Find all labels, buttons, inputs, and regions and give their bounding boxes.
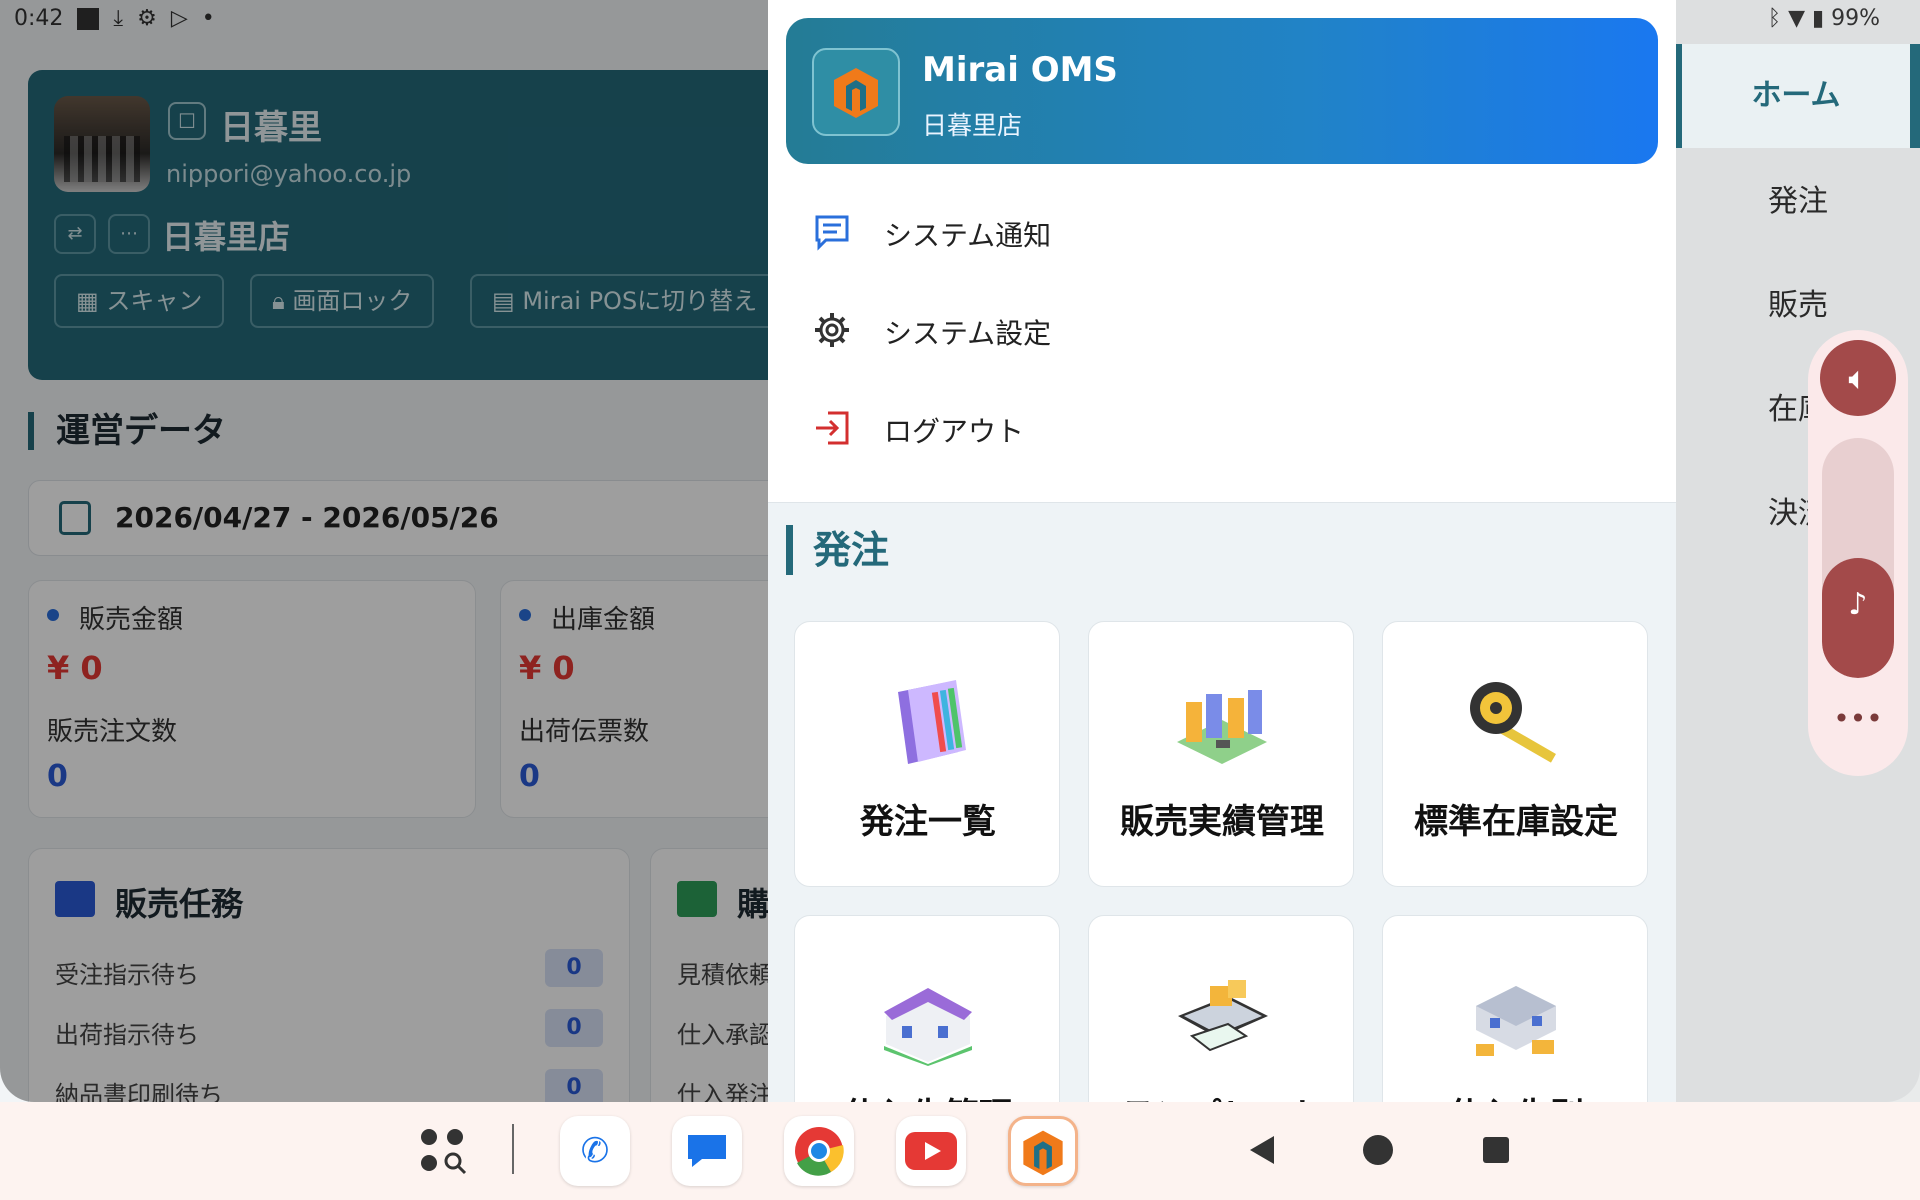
menu-item-label: システム通知: [884, 219, 1052, 252]
battery-icon: ▮: [1811, 6, 1825, 31]
tile-standard-stock[interactable]: 標準在庫設定: [1382, 621, 1648, 887]
recents-button[interactable]: [1478, 1132, 1514, 1168]
nav-item-home[interactable]: ホーム: [1676, 44, 1920, 148]
store-icon: [884, 988, 972, 1066]
tile-supplier-management[interactable]: 仕入先管理: [794, 915, 1060, 1102]
volume-panel: 🔈︎ ♪ •••: [1808, 330, 1908, 776]
navigation-drawer: Mirai OMS 日暮里店 システム通知 システム設定 ログアウト 発注 発注…: [768, 0, 1676, 1102]
more-options-icon[interactable]: •••: [1808, 702, 1908, 735]
music-note-icon: ♪: [1848, 587, 1868, 622]
tile-label: 仕入先管理: [795, 1088, 1059, 1102]
tile-label: 販売実績管理: [1120, 802, 1324, 842]
wifi-icon: ▼: [1788, 6, 1805, 31]
nav-item-order[interactable]: 発注: [1676, 150, 1920, 254]
app-name: Mirai OMS: [922, 50, 1118, 90]
mirai-oms-icon[interactable]: [1008, 1116, 1078, 1186]
store-name: 日暮里店: [922, 111, 1023, 140]
tablet-boxes-icon: [1178, 980, 1268, 1052]
gear-icon: [815, 313, 849, 347]
drawer-header: Mirai OMS 日暮里店: [786, 18, 1658, 164]
mirai-oms-logo-icon: [812, 48, 900, 136]
volume-icon[interactable]: 🔈︎: [1820, 340, 1896, 416]
volume-slider[interactable]: ♪: [1822, 438, 1894, 678]
tile-template[interactable]: テンプレート: [1088, 915, 1354, 1102]
phone-icon[interactable]: ✆: [560, 1116, 630, 1186]
battery-level: 99%: [1831, 6, 1880, 31]
app-drawer-icon[interactable]: [408, 1116, 478, 1186]
tile-label: 仕入先別: [1383, 1088, 1647, 1102]
menu-item-system-settings[interactable]: システム設定: [768, 290, 1676, 370]
tile-label: 発注一覧: [860, 802, 996, 842]
tile-order-list[interactable]: 発注一覧: [794, 621, 1060, 887]
order-section-title: 発注: [786, 525, 889, 575]
tape-measure-icon: [1470, 682, 1556, 763]
logout-icon: [816, 411, 849, 445]
back-button[interactable]: [1244, 1132, 1280, 1168]
taskbar-divider: [512, 1124, 514, 1174]
menu-item-logout[interactable]: ログアウト: [768, 388, 1676, 468]
tile-label: テンプレート: [1089, 1088, 1353, 1102]
youtube-icon[interactable]: [896, 1116, 966, 1186]
menu-item-label: システム設定: [884, 317, 1052, 350]
drawer-section-body: 発注 発注一覧 販売実績管理 標準在庫設定: [768, 502, 1676, 1102]
tile-label: 標準在庫設定: [1414, 802, 1618, 842]
taskbar: ✆: [0, 1102, 1920, 1200]
message-icon: [815, 215, 849, 251]
bluetooth-icon: ᛒ: [1767, 6, 1782, 31]
warehouse-shelves-icon: [1177, 690, 1267, 764]
status-right: ᛒ ▼ ▮ 99%: [1768, 6, 1880, 31]
home-button[interactable]: [1360, 1132, 1396, 1168]
tile-sales-performance[interactable]: 販売実績管理: [1088, 621, 1354, 887]
messages-icon[interactable]: [672, 1116, 742, 1186]
binder-icon: [898, 680, 966, 764]
factory-icon: [1476, 986, 1556, 1056]
tile-by-supplier[interactable]: 仕入先別: [1382, 915, 1648, 1102]
menu-item-system-notification[interactable]: システム通知: [768, 192, 1676, 272]
chrome-icon[interactable]: [784, 1116, 854, 1186]
menu-item-label: ログアウト: [884, 415, 1025, 448]
